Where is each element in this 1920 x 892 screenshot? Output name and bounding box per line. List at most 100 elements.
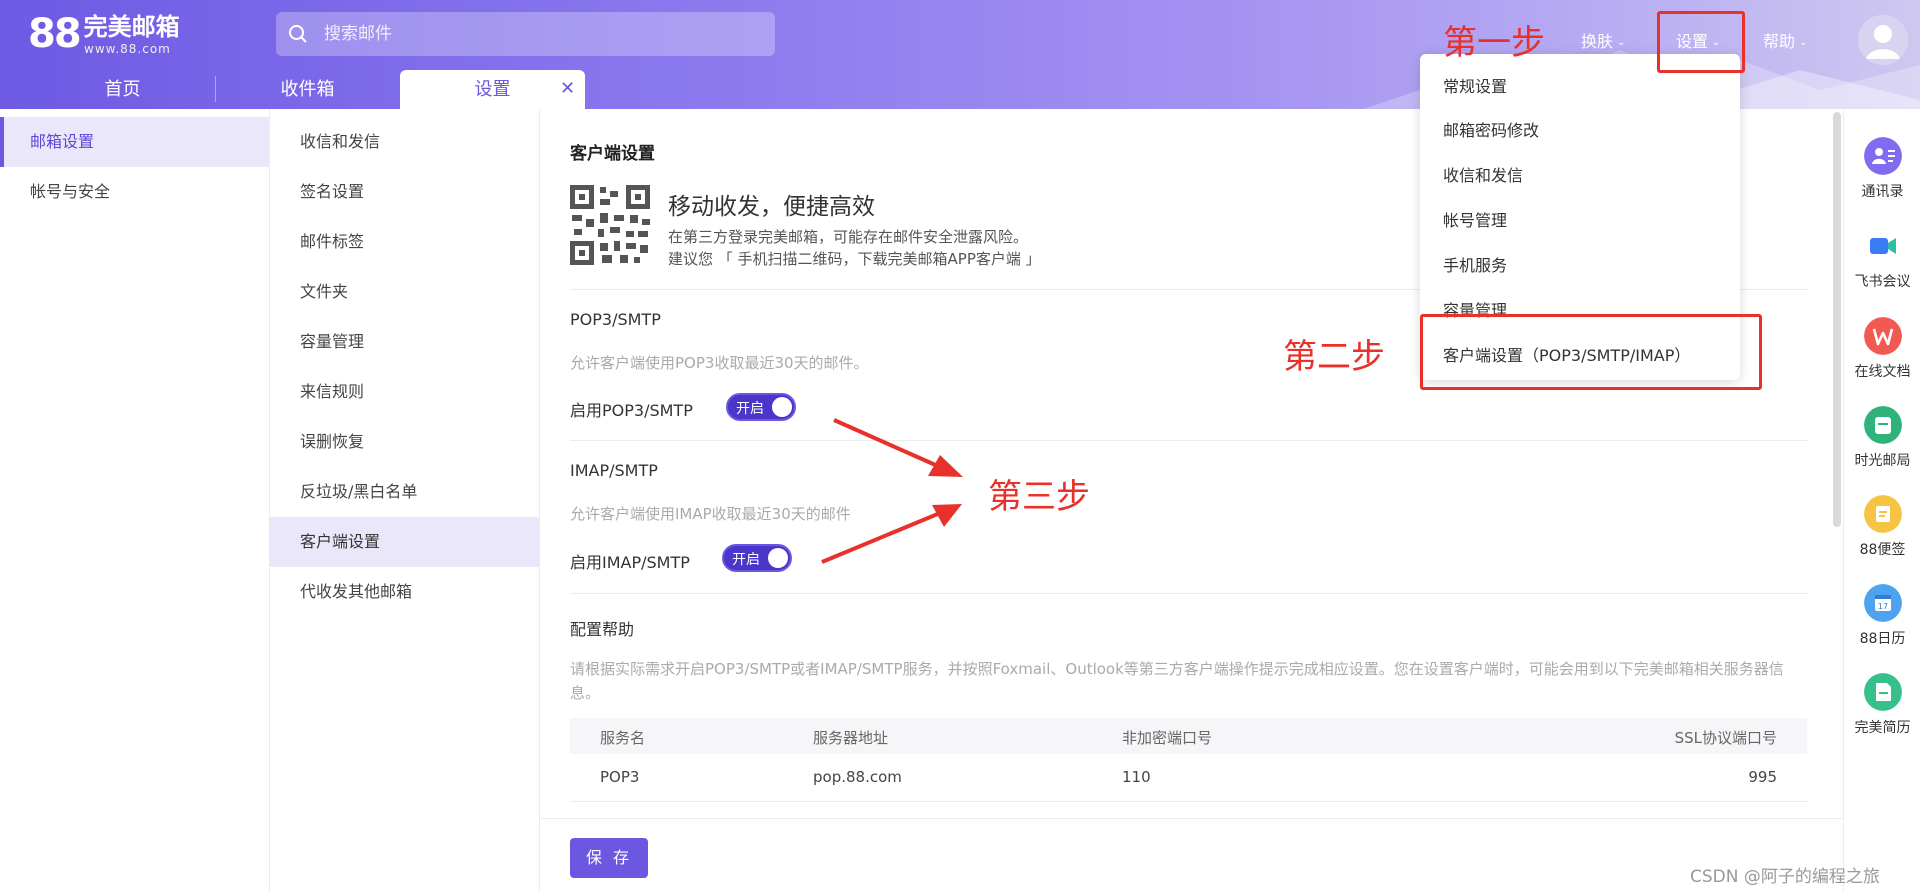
rail-label: 在线文档	[1854, 364, 1911, 380]
brand-logo[interactable]: 88 完美邮箱 www.88.com	[28, 11, 180, 57]
skin-menu[interactable]: 换肤 ⌄	[1581, 28, 1625, 52]
sidebar-item-mailbox-settings[interactable]: 邮箱设置	[0, 117, 269, 167]
toggle-knob	[768, 548, 788, 568]
save-button[interactable]: 保 存	[570, 838, 648, 878]
subnav-item[interactable]: 误删恢复	[270, 417, 539, 467]
rail-item-feishu-meeting[interactable]: 飞书会议	[1844, 227, 1920, 291]
divider	[570, 440, 1807, 441]
logo-url: www.88.com	[84, 42, 171, 56]
mailbox-icon	[1863, 406, 1902, 444]
tab-inbox[interactable]: 收件箱	[215, 70, 400, 109]
footer-divider	[541, 818, 1843, 819]
tab-label: 设置	[474, 79, 511, 100]
qr-code-icon	[570, 185, 650, 265]
pop-section-desc: 允许客户端使用POP3收取最近30天的邮件。	[570, 354, 869, 372]
subnav-item[interactable]: 来信规则	[270, 367, 539, 417]
table-cell: 110	[1122, 768, 1151, 786]
subnav-label: 客户端设置	[300, 532, 381, 551]
imap-section-desc: 允许客户端使用IMAP收取最近30天的邮件	[570, 505, 851, 523]
table-header: 服务器地址	[813, 729, 889, 747]
subnav-label: 来信规则	[300, 382, 365, 401]
subnav-label: 代收发其他邮箱	[300, 582, 413, 601]
subnav-label: 邮件标签	[300, 232, 365, 251]
subnav-label: 签名设置	[300, 182, 365, 201]
step3-annotation: 第三步	[988, 477, 1090, 517]
divider	[570, 593, 1807, 594]
help-menu[interactable]: 帮助 ⌄	[1763, 28, 1807, 52]
search-box[interactable]	[276, 12, 775, 56]
tab-settings[interactable]: 设置	[400, 70, 585, 109]
rail-label: 88便签	[1859, 542, 1906, 558]
subnav-item[interactable]: 签名设置	[270, 167, 539, 217]
avatar[interactable]	[1858, 15, 1908, 65]
sidebar-item-label: 帐号与安全	[30, 182, 111, 201]
step1-highlight-box	[1657, 11, 1745, 73]
step2-highlight-box	[1420, 314, 1762, 390]
subnav-item[interactable]: 邮件标签	[270, 217, 539, 267]
resume-icon	[1863, 673, 1902, 711]
imap-smtp-toggle[interactable]: 开启	[722, 544, 792, 572]
contacts-icon	[1863, 137, 1902, 175]
skin-label: 换肤	[1581, 32, 1614, 51]
table-row: POP3 pop.88.com 110 995	[570, 754, 1807, 802]
rail-label: 完美简历	[1854, 720, 1911, 736]
step1-annotation: 第一步	[1443, 23, 1545, 63]
dropdown-item-general[interactable]: 常规设置	[1443, 73, 1507, 97]
imap-section-title: IMAP/SMTP	[570, 461, 658, 480]
watermark: CSDN @阿子的编程之旅	[1690, 867, 1880, 887]
close-icon[interactable]: ✕	[560, 78, 575, 99]
subnav-label: 收信和发信	[300, 132, 381, 151]
subnav-item[interactable]: 代收发其他邮箱	[270, 567, 539, 617]
logo-number: 88	[28, 11, 82, 57]
rail-item-88-notes[interactable]: 88便签	[1844, 495, 1920, 559]
rail-item-88-calendar[interactable]: 17 88日历	[1844, 584, 1920, 648]
wps-icon	[1863, 317, 1902, 355]
subnav-item[interactable]: 文件夹	[270, 267, 539, 317]
rail-item-perfect-resume[interactable]: 完美简历	[1844, 673, 1920, 737]
dropdown-item-mobile[interactable]: 手机服务	[1443, 252, 1507, 276]
pop-smtp-toggle[interactable]: 开启	[726, 393, 796, 421]
rail-label: 时光邮局	[1854, 453, 1911, 469]
table-header: SSL协议端口号	[1674, 729, 1777, 747]
rail-label: 通讯录	[1861, 184, 1904, 200]
note-icon	[1863, 495, 1902, 533]
imap-toggle-label: 启用IMAP/SMTP	[570, 553, 690, 572]
step2-annotation: 第二步	[1283, 337, 1385, 377]
rail-label: 88日历	[1859, 631, 1906, 647]
help-text: 请根据实际需求开启POP3/SMTP或者IMAP/SMTP服务，并按照Foxma…	[570, 660, 1784, 702]
page-title: 客户端设置	[570, 144, 655, 164]
subnav-item[interactable]: 收信和发信	[270, 117, 539, 167]
promo-text: 在第三方登录完美邮箱，可能存在邮件安全泄露风险。	[668, 228, 1029, 246]
table-header: 非加密端口号	[1122, 729, 1213, 747]
help-section-title: 配置帮助	[570, 620, 635, 639]
rail-item-contacts[interactable]: 通讯录	[1844, 137, 1920, 201]
rail-item-time-post[interactable]: 时光邮局	[1844, 406, 1920, 470]
search-icon	[289, 25, 307, 43]
tab-label: 收件箱	[280, 79, 335, 100]
subnav-label: 容量管理	[300, 332, 365, 351]
tab-home[interactable]: 首页	[30, 70, 215, 109]
tab-label: 首页	[104, 79, 141, 100]
toggle-text: 开启	[732, 552, 760, 568]
svg-text:17: 17	[1877, 602, 1887, 611]
dropdown-item-password[interactable]: 邮箱密码修改	[1443, 117, 1539, 141]
subnav-item-client-settings[interactable]: 客户端设置	[270, 517, 539, 567]
toggle-knob	[772, 397, 792, 417]
promo-title: 移动收发，便捷高效	[668, 194, 875, 220]
user-icon	[1858, 15, 1908, 65]
dropdown-item-send-receive[interactable]: 收信和发信	[1443, 162, 1523, 186]
rail-item-online-docs[interactable]: 在线文档	[1844, 317, 1920, 381]
sidebar-item-label: 邮箱设置	[30, 132, 95, 151]
search-input[interactable]	[324, 12, 744, 56]
help-label: 帮助	[1763, 32, 1796, 51]
main-scrollbar[interactable]	[1833, 112, 1841, 527]
subnav-item[interactable]: 反垃圾/黑白名单	[270, 467, 539, 517]
subnav-item[interactable]: 容量管理	[270, 317, 539, 367]
pop-toggle-label: 启用POP3/SMTP	[570, 401, 693, 420]
dropdown-item-account[interactable]: 帐号管理	[1443, 207, 1507, 231]
logo-text: 完美邮箱	[83, 13, 180, 41]
promo-text: 建议您 「 手机扫描二维码，下载完美邮箱APP客户端 」	[668, 250, 1041, 268]
sidebar-item-account-security[interactable]: 帐号与安全	[0, 167, 269, 217]
subnav-label: 误删恢复	[300, 432, 365, 451]
chevron-down-icon: ⌄	[1617, 37, 1626, 48]
